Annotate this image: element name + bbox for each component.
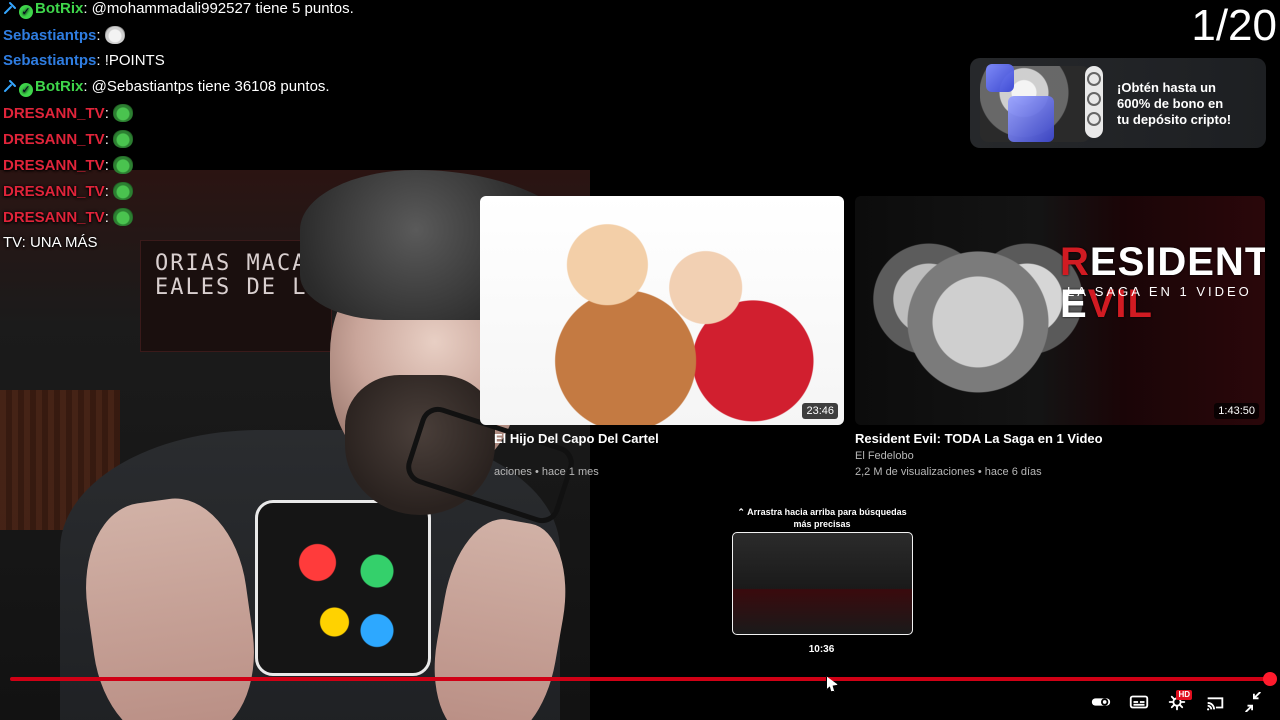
- chat-message: :: [104, 131, 114, 148]
- video-thumbnail-1[interactable]: 23:46: [480, 196, 844, 425]
- video-card-2[interactable]: RESIDENT EVIL LA SAGA EN 1 VIDEO 1:43:50…: [855, 196, 1265, 486]
- chat-message: :: [104, 209, 114, 226]
- chat-username[interactable]: Sebastiantps: [3, 27, 96, 44]
- pepe-emote-icon: [113, 156, 134, 174]
- pepe-emote-icon: [113, 130, 134, 148]
- chat-line: DRESANN_TV:: [3, 104, 523, 130]
- chat-username[interactable]: Sebastiantps: [3, 52, 96, 69]
- promo-text: ¡Obtén hasta un 600% de bono en tu depós…: [1117, 80, 1232, 127]
- chat-line: ✓ BotRix: @mohammadali992527 tiene 5 punt…: [3, 0, 523, 26]
- subtitles-button[interactable]: [1128, 692, 1150, 712]
- progress-knob[interactable]: [1263, 672, 1277, 686]
- seek-hint: ⌃ Arrastra hacia arriba para búsquedas m…: [737, 507, 907, 529]
- promo-card[interactable]: ¡Obtén hasta un 600% de bono en tu depós…: [970, 58, 1266, 148]
- video-channel-2[interactable]: El Fedelobo: [855, 448, 914, 464]
- verified-badge-icon: ✓: [19, 83, 33, 97]
- chat-line: DRESANN_TV:: [3, 182, 523, 208]
- resident-evil-subtitle: LA SAGA EN 1 VIDEO: [1067, 284, 1252, 299]
- video-duration-2: 1:43:50: [1214, 403, 1259, 419]
- video-meta-2: 2,2 M de visualizaciones • hace 6 días: [855, 466, 1042, 478]
- hd-badge: HD: [1176, 690, 1192, 700]
- chat-username[interactable]: BotRix: [35, 0, 83, 17]
- verified-badge-icon: ✓: [19, 5, 33, 19]
- chat-message: TV: UNA MÁS: [3, 234, 98, 251]
- sword-icon: [4, 2, 16, 14]
- video-title-2[interactable]: Resident Evil: TODA La Saga en 1 Video: [855, 430, 1103, 448]
- pepe-emote-icon: [113, 208, 134, 226]
- chat-message: :: [104, 157, 114, 174]
- gift-box-large-icon: [1008, 96, 1054, 142]
- cast-button[interactable]: [1204, 692, 1226, 712]
- cat-emote-icon: [104, 26, 125, 44]
- chat-username[interactable]: DRESANN_TV: [3, 157, 105, 174]
- sword-badge-icon: [3, 79, 17, 93]
- video-title-1[interactable]: El Hijo Del Capo Del Cartel: [494, 430, 659, 448]
- chat-username[interactable]: DRESANN_TV: [3, 105, 105, 122]
- gift-box-small-icon: [986, 64, 1014, 92]
- promo-tag-icon: [1087, 112, 1101, 126]
- autoplay-icon: [1091, 698, 1111, 706]
- promo-gift-icon: [1087, 92, 1101, 106]
- chat-username[interactable]: BotRix: [35, 78, 83, 95]
- chat-message: :: [96, 27, 105, 44]
- chat-message: : !POINTS: [96, 52, 165, 69]
- progress-bar[interactable]: [10, 672, 1277, 686]
- video-thumbnail-2[interactable]: RESIDENT EVIL LA SAGA EN 1 VIDEO 1:43:50: [855, 196, 1265, 425]
- chat-line: ✓ BotRix: @Sebastiantps tiene 36108 punto…: [3, 78, 523, 104]
- video-meta-1: aciones • hace 1 mes: [494, 466, 599, 478]
- minimize-icon: [1245, 692, 1261, 712]
- chat-message: : @Sebastiantps tiene 36108 puntos.: [83, 78, 330, 95]
- chat-message: :: [104, 183, 114, 200]
- chat-line: DRESANN_TV:: [3, 130, 523, 156]
- re-logo-r: R: [1060, 240, 1090, 284]
- chat-overlay: ✓ BotRix: @mohammadali992527 tiene 5 punt…: [3, 0, 523, 260]
- autoplay-toggle[interactable]: [1090, 692, 1112, 712]
- promo-search-icon: [1087, 72, 1101, 86]
- seek-preview-thumbnail: [732, 532, 913, 635]
- sword-badge-icon: [3, 1, 17, 15]
- chat-username[interactable]: DRESANN_TV: [3, 209, 105, 226]
- pepe-emote-icon: [113, 182, 134, 200]
- chat-username[interactable]: DRESANN_TV: [3, 183, 105, 200]
- chat-line: DRESANN_TV:: [3, 208, 523, 234]
- resident-evil-logo: RESIDENT EVIL: [1060, 240, 1265, 325]
- cast-icon: [1207, 697, 1224, 711]
- seek-preview-time: 10:36: [808, 644, 835, 655]
- captions-icon: [1129, 695, 1149, 709]
- minimize-button[interactable]: [1242, 692, 1264, 712]
- chat-line: DRESANN_TV:: [3, 156, 523, 182]
- promo-toolbar: [1085, 66, 1103, 138]
- chat-message: : @mohammadali992527 tiene 5 puntos.: [83, 0, 354, 17]
- sword-icon: [4, 80, 16, 92]
- pepe-emote-icon: [113, 104, 134, 122]
- chat-message: :: [104, 105, 114, 122]
- webcam-sign-line-2: EALES DE LA: [155, 275, 323, 300]
- video-duration-1: 23:46: [802, 403, 838, 419]
- chat-line: TV: UNA MÁS: [3, 234, 523, 260]
- chat-line: Sebastiantps: !POINTS: [3, 52, 523, 78]
- player-controls: HD: [1090, 690, 1264, 714]
- video-card-1[interactable]: 23:46 El Hijo Del Capo Del Cartel acione…: [480, 196, 844, 486]
- settings-button[interactable]: HD: [1166, 690, 1192, 712]
- chat-username[interactable]: DRESANN_TV: [3, 131, 105, 148]
- chat-line: Sebastiantps:: [3, 26, 523, 52]
- page-counter: 1/20: [1191, 1, 1277, 50]
- shirt-print: [255, 500, 431, 676]
